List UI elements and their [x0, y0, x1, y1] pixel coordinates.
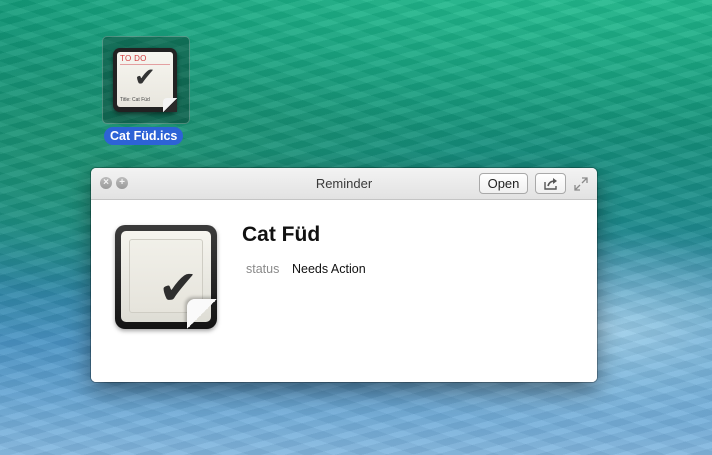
open-button[interactable]: Open: [479, 173, 528, 194]
reminder-title: Cat Füd: [242, 223, 321, 246]
page-curl-icon: [163, 98, 177, 112]
quicklook-window: × + Reminder Open ✔ Cat Füd status Needs…: [91, 168, 597, 382]
share-icon: [544, 178, 557, 190]
share-button[interactable]: [535, 173, 566, 194]
thumbnail-title-text: Title: Cat Füd: [120, 97, 150, 103]
status-label: status: [246, 262, 280, 276]
fullscreen-icon[interactable]: [573, 176, 589, 192]
status-value: Needs Action: [292, 262, 366, 276]
preview-content: ✔ Cat Füd status Needs Action: [91, 201, 597, 382]
file-name-label[interactable]: Cat Füd.ics: [104, 127, 184, 145]
window-titlebar[interactable]: × + Reminder Open: [91, 168, 597, 200]
reminder-file-icon[interactable]: TO DO ✔ Title: Cat Füd: [113, 48, 177, 112]
page-curl-icon: [187, 299, 217, 329]
reminder-document-icon: ✔: [115, 225, 217, 329]
checkmark-icon: ✔: [134, 62, 156, 92]
